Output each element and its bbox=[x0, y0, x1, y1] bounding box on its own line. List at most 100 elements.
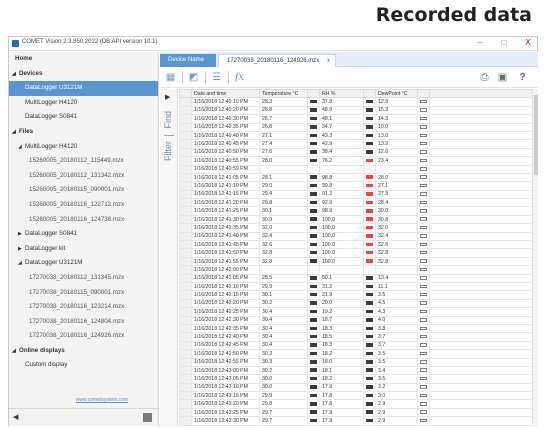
table-row[interactable]: 1/16/2018 12:41:45 PM 32.6 100.0 32.6 bbox=[179, 240, 533, 250]
table-row[interactable]: 1/16/2018 12:41:20 PM 29.8 92.9 28.4 bbox=[179, 198, 533, 208]
table-row[interactable]: 1/16/2018 12:42:30 PM 30.4 18.7 4.0 bbox=[179, 315, 533, 325]
table-row[interactable]: 1/16/2018 12:42:15 PM 30.1 21.9 3.5 bbox=[179, 290, 533, 300]
row-header-cell bbox=[179, 374, 192, 384]
sidebar-file-item[interactable]: 15260005_20180112_115449.mzx bbox=[9, 154, 158, 169]
save-icon[interactable]: ▣ bbox=[496, 71, 509, 84]
table-icon[interactable]: ▦ bbox=[164, 71, 177, 84]
sidebar-file-item[interactable]: 17270038_20180116_124804.mzx bbox=[9, 315, 158, 330]
table-row[interactable]: 1/16/2018 12:41:05 PM 28.1 98.8 28.0 bbox=[179, 172, 533, 183]
table-row[interactable]: 1/16/2018 12:42:55 PM 30.3 18.0 3.5 bbox=[179, 357, 533, 367]
table-row[interactable]: 1/16/2018 12:42:20 PM 30.2 20.0 4.5 bbox=[179, 298, 533, 309]
tab-device-name[interactable]: Device Name bbox=[160, 54, 216, 67]
table-row[interactable]: 1/16/2018 12:40:20 PM 26.8 48.9 15.3 bbox=[179, 105, 533, 116]
dewpoint-cell: 2.9 bbox=[375, 416, 418, 426]
minimize-button[interactable]: – bbox=[475, 38, 485, 47]
table-row[interactable]: 1/16/2018 12:42:00 PM bbox=[179, 265, 533, 275]
sidebar-online-item[interactable]: Custom display bbox=[9, 358, 158, 373]
website-link[interactable]: www.cometsystem.com bbox=[76, 397, 128, 403]
table-row[interactable]: 1/16/2018 12:42:50 PM 30.3 18.2 3.5 bbox=[179, 349, 533, 359]
table-row[interactable]: 1/16/2018 12:41:40 PM 32.4 100.0 32.4 bbox=[179, 231, 533, 242]
group-label: DataLogger kit bbox=[25, 244, 66, 252]
table-row[interactable]: 1/16/2018 12:41:15 PM 29.4 91.2 27.9 bbox=[179, 189, 533, 200]
sidebar-device-item[interactable]: MultiLogger H4120 bbox=[9, 96, 158, 111]
table-row[interactable]: 1/16/2018 12:41:30 PM 30.9 100.0 30.8 bbox=[179, 214, 533, 225]
table-row[interactable]: 1/16/2018 12:43:00 PM 30.2 18.1 3.4 bbox=[179, 365, 533, 376]
sidebar-section-devices[interactable]: ◢ Devices bbox=[9, 67, 158, 82]
empty-cell bbox=[429, 172, 533, 183]
table-row[interactable]: 1/16/2018 12:40:45 PM 27.4 42.9 13.3 bbox=[179, 139, 533, 149]
sidebar-device-item[interactable]: DataLogger S0841 bbox=[9, 110, 158, 125]
close-button[interactable]: X bbox=[523, 38, 533, 47]
sidebar-file-group[interactable]: ▶ DataLogger S0841 bbox=[9, 227, 158, 242]
table-row[interactable]: 1/16/2018 12:43:25 PM 29.7 17.9 2.9 bbox=[179, 407, 533, 418]
scrollbar-thumb[interactable] bbox=[534, 95, 538, 175]
dewpoint-cell: 3.5 bbox=[375, 349, 418, 359]
sidebar-file-group[interactable]: ▶ DataLogger kit bbox=[9, 242, 158, 257]
column-header[interactable] bbox=[179, 89, 192, 99]
empty-cell bbox=[429, 416, 533, 426]
sidebar-file-item[interactable]: 15260005_20180112_131342.mzx bbox=[9, 169, 158, 184]
sidebar-file-item[interactable]: 17270038_20180115_090001.mzx bbox=[9, 286, 158, 301]
table-row[interactable]: 1/16/2018 12:40:40 PM 27.1 43.3 13.0 bbox=[179, 130, 533, 141]
function-icon[interactable]: fx bbox=[233, 71, 246, 84]
expand-arrow-icon[interactable]: ▶ bbox=[165, 93, 170, 101]
sidebar-file-item[interactable]: 15260005_20180116_124738.mzx bbox=[9, 213, 158, 228]
table-row[interactable]: 1/16/2018 12:42:45 PM 30.4 18.3 3.7 bbox=[179, 340, 533, 351]
column-header[interactable]: RH % bbox=[319, 89, 364, 99]
column-header[interactable]: DewPoint °C bbox=[375, 89, 418, 99]
filter-tab[interactable]: Filter bbox=[163, 141, 173, 161]
sidebar-file-item[interactable]: 17270038_20180116_123214.mzx bbox=[9, 300, 158, 315]
chart-icon[interactable]: ◩ bbox=[187, 71, 200, 84]
table-row[interactable]: 1/16/2018 12:42:35 PM 30.4 18.3 3.8 bbox=[179, 323, 533, 334]
table-row[interactable]: 1/16/2018 12:43:30 PM 29.7 17.9 2.9 bbox=[179, 416, 533, 426]
empty-cell bbox=[429, 365, 533, 376]
table-row[interactable]: 1/16/2018 12:40:55 PM 28.0 76.2 23.4 bbox=[179, 156, 533, 166]
sidebar-item-home[interactable]: Home bbox=[9, 52, 158, 67]
table-row[interactable]: 1/16/2018 12:41:55 PM 32.8 100.0 32.8 bbox=[179, 256, 533, 267]
table-row[interactable]: 1/16/2018 12:42:10 PM 29.9 31.2 11.1 bbox=[179, 281, 533, 292]
sidebar-resize-icon[interactable] bbox=[143, 413, 152, 422]
find-tab[interactable]: Find bbox=[163, 111, 173, 129]
table-row[interactable]: 1/16/2018 12:42:25 PM 30.4 19.2 4.3 bbox=[179, 307, 533, 317]
table-row[interactable]: 1/16/2018 12:43:10 PM 30.0 17.9 3.2 bbox=[179, 382, 533, 393]
sidebar-file-item[interactable]: 17270038_20180116_124926.mzx bbox=[9, 329, 158, 344]
table-row[interactable]: 1/16/2018 12:40:10 PM 28.3 37.8 12.9 bbox=[179, 97, 533, 107]
maximize-button[interactable]: □ bbox=[499, 38, 509, 47]
sidebar-section-online[interactable]: ◢ Online displays bbox=[9, 344, 158, 359]
table-row[interactable]: 1/16/2018 12:43:20 PM 29.8 17.8 2.9 bbox=[179, 399, 533, 409]
column-header[interactable] bbox=[307, 89, 320, 99]
column-header[interactable] bbox=[363, 89, 376, 99]
table-row[interactable]: 1/16/2018 12:40:35 PM 26.8 34.7 10.0 bbox=[179, 122, 533, 132]
print-icon[interactable]: ⎙ bbox=[478, 71, 491, 84]
alarm-flag-icon bbox=[366, 209, 373, 213]
table-row[interactable]: 1/16/2018 12:41:50 PM 32.8 100.0 32.8 bbox=[179, 248, 533, 258]
row-header-cell bbox=[179, 139, 192, 149]
dewpoint-cell bbox=[375, 164, 418, 174]
column-header[interactable] bbox=[417, 89, 430, 99]
table-row[interactable]: 1/16/2018 12:40:59 PM bbox=[179, 164, 533, 174]
vertical-scrollbar[interactable] bbox=[532, 89, 538, 426]
table-row[interactable]: 1/16/2018 12:40:50 PM 27.6 38.4 12.6 bbox=[179, 147, 533, 158]
table-row[interactable]: 1/16/2018 12:41:10 PM 29.0 99.8 27.1 bbox=[179, 181, 533, 191]
table-row[interactable]: 1/16/2018 12:41:35 PM 32.0 100.0 32.0 bbox=[179, 223, 533, 233]
tab-file[interactable]: 17270038_20180116_124926.mzx x bbox=[218, 54, 336, 67]
table-row[interactable]: 1/16/2018 12:43:05 PM 30.0 18.2 3.5 bbox=[179, 374, 533, 384]
table-row[interactable]: 1/16/2018 12:42:40 PM 30.4 18.5 3.7 bbox=[179, 332, 533, 342]
list-icon[interactable]: ☰ bbox=[210, 71, 223, 84]
tab-close-icon[interactable]: x bbox=[327, 55, 330, 68]
sidebar-file-item[interactable]: 17270038_20180112_131345.mzx bbox=[9, 271, 158, 286]
sidebar-section-files[interactable]: ◢ Files bbox=[9, 125, 158, 140]
sidebar-device-item[interactable]: DataLogger U3121M bbox=[9, 81, 158, 96]
table-row[interactable]: 1/16/2018 12:41:25 PM 30.1 98.9 30.0 bbox=[179, 206, 533, 216]
table-row[interactable]: 1/16/2018 12:40:30 PM 26.7 48.1 14.3 bbox=[179, 114, 533, 124]
sidebar-file-group[interactable]: ◢ MultiLogger H4120 bbox=[9, 140, 158, 155]
sidebar-file-item[interactable]: 15260005_20180115_090001.mzx bbox=[9, 183, 158, 198]
table-row[interactable]: 1/16/2018 12:43:15 PM 29.9 17.8 3.0 bbox=[179, 391, 533, 401]
sidebar-file-group[interactable]: ◢ DataLogger U3121M bbox=[9, 256, 158, 271]
column-header[interactable]: Temperature °C bbox=[259, 89, 308, 99]
sidebar-file-item[interactable]: 15260005_20180116_122712.mzx bbox=[9, 198, 158, 213]
table-row[interactable]: 1/16/2018 12:42:05 PM 28.5 50.1 13.4 bbox=[179, 273, 533, 284]
help-icon[interactable]: ? bbox=[516, 71, 529, 84]
column-header[interactable]: Date and time bbox=[191, 89, 260, 99]
scroll-left-icon[interactable]: ◀ bbox=[13, 413, 18, 421]
